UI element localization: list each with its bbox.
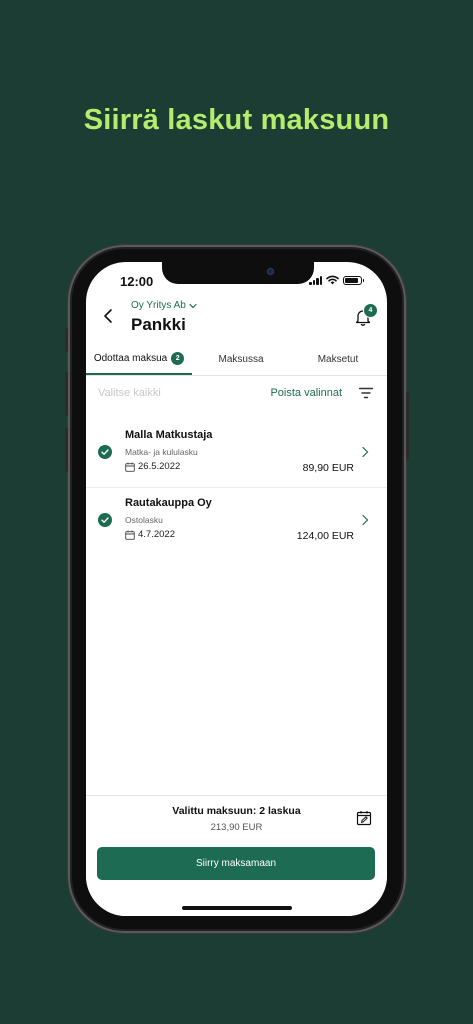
chevron-down-icon <box>189 303 197 308</box>
clear-selection-link[interactable]: Poista valinnat <box>270 387 342 399</box>
tab-label: Maksetut <box>317 353 359 365</box>
selected-summary: Valittu maksuun: 2 laskua <box>172 805 301 817</box>
volume-down-button <box>65 428 68 472</box>
calendar-icon <box>125 530 135 540</box>
calendar-icon <box>125 462 135 472</box>
tab-maksetut[interactable]: Maksetut <box>296 343 380 375</box>
invoice-date-group: 4.7.2022 <box>125 529 175 540</box>
go-to-payment-button[interactable]: Siirry maksamaan <box>97 847 375 880</box>
notification-badge: 4 <box>363 303 378 318</box>
selected-total: 213,90 EUR <box>210 822 263 833</box>
invoice-list: Malla Matkustaja Matka- ja kululasku 26.… <box>86 420 387 555</box>
invoice-row[interactable]: Rautakauppa Oy Ostolasku 4.7.2022 124,00… <box>86 487 387 555</box>
company-name: Oy Yritys Ab <box>131 300 186 311</box>
notch <box>162 262 314 284</box>
battery-icon <box>343 275 364 285</box>
invoice-type: Ostolasku <box>125 515 163 525</box>
chevron-right-icon <box>362 514 369 526</box>
invoice-name: Malla Matkustaja <box>125 429 213 441</box>
tab-label: Maksussa <box>218 353 264 365</box>
invoice-checkbox[interactable] <box>98 513 112 527</box>
front-camera <box>267 268 274 275</box>
headline: Siirrä laskut maksuun <box>83 104 390 136</box>
invoice-date: 26.5.2022 <box>138 461 181 472</box>
back-arrow-icon[interactable] <box>100 308 116 324</box>
silent-switch <box>65 328 68 352</box>
page-title: Pankki <box>131 315 186 334</box>
selection-toolbar: Valitse kaikki Poista valinnat <box>86 375 387 412</box>
tab-odottaa-maksua[interactable]: Odottaa maksua 2 <box>86 343 192 375</box>
select-all-link[interactable]: Valitse kaikki <box>98 387 161 399</box>
invoice-date-group: 26.5.2022 <box>125 461 180 472</box>
status-time: 12:00 <box>120 274 154 289</box>
status-icons <box>309 275 364 285</box>
tab-bar: Odottaa maksua 2 Maksussa Maksetut <box>86 343 387 376</box>
invoice-type: Matka- ja kululasku <box>125 447 198 457</box>
invoice-date: 4.7.2022 <box>138 529 175 540</box>
company-selector[interactable]: Oy Yritys Ab <box>131 300 197 311</box>
calendar-edit-icon[interactable] <box>356 810 372 826</box>
tab-label: Odottaa maksua <box>93 352 168 364</box>
invoice-amount: 124,00 EUR <box>296 530 354 542</box>
tab-maksussa[interactable]: Maksussa <box>198 343 284 375</box>
invoice-amount: 89,90 EUR <box>302 462 354 474</box>
signal-icon <box>309 275 322 285</box>
invoice-row[interactable]: Malla Matkustaja Matka- ja kululasku 26.… <box>86 420 387 487</box>
wifi-icon <box>326 275 339 285</box>
tab-count-badge: 2 <box>171 351 185 365</box>
power-button <box>406 392 409 460</box>
invoice-name: Rautakauppa Oy <box>125 497 212 509</box>
invoice-checkbox[interactable] <box>98 445 112 459</box>
check-icon <box>101 517 109 523</box>
home-indicator <box>182 906 292 910</box>
check-icon <box>101 449 109 455</box>
filter-icon[interactable] <box>359 387 373 399</box>
payment-footer: Valittu maksuun: 2 laskua 213,90 EUR Sii… <box>86 795 387 916</box>
chevron-right-icon <box>362 446 369 458</box>
app-screen: 12:00 Oy Yritys Ab Pankki 4 Odottaa maks… <box>86 262 387 916</box>
volume-up-button <box>65 372 68 416</box>
